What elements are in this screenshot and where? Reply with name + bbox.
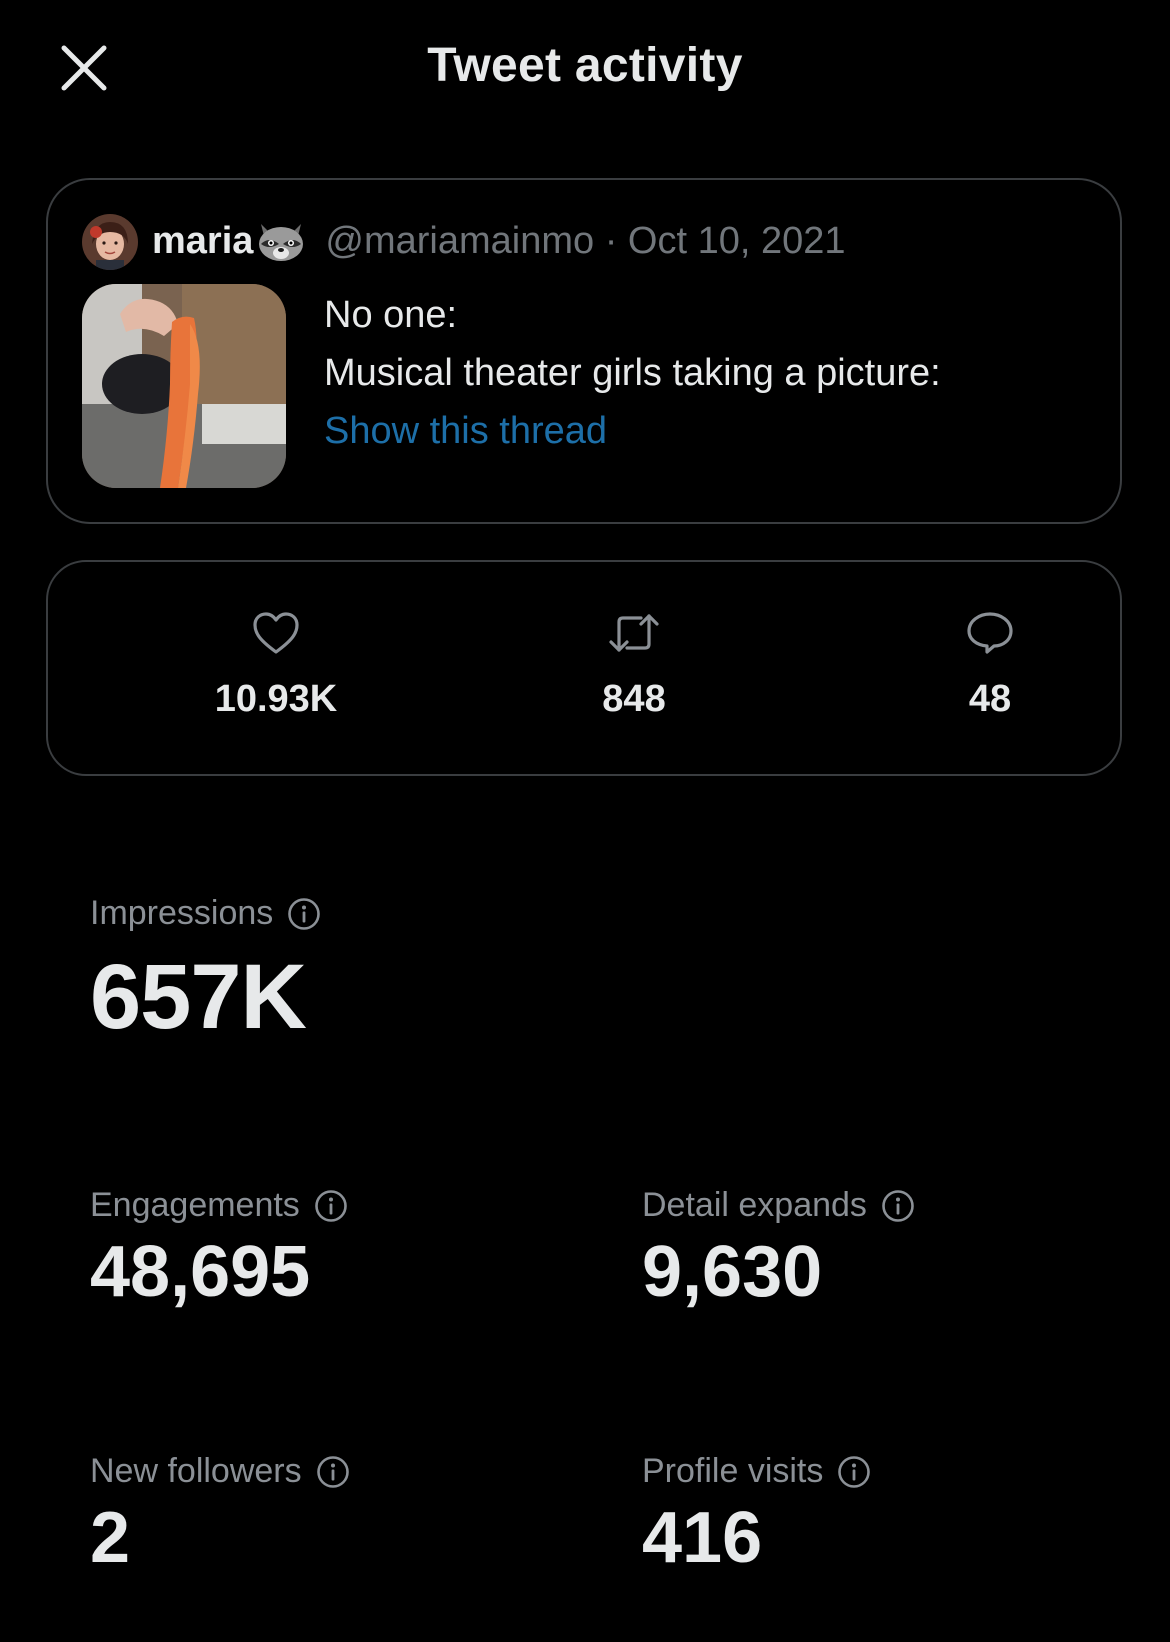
page-title: Tweet activity (427, 39, 743, 92)
profile-visits-value: 416 (642, 1498, 763, 1578)
info-icon[interactable] (316, 1455, 350, 1489)
engagements-label: Engagements (90, 1186, 300, 1224)
likes-stat[interactable]: 10.93K (176, 610, 376, 721)
tweet-text: No one: Musical theater girls taking a p… (324, 286, 941, 402)
impressions-metric: Impressions 657K (90, 894, 321, 1050)
raccoon-emoji-icon (259, 224, 304, 261)
tweet-text-line: No one: (324, 294, 458, 336)
replies-count: 48 (968, 678, 1012, 720)
top-bar: Tweet activity (0, 0, 1170, 140)
tweet-author-row: maria @mariamainmo · Oct 10, 2021 (152, 218, 846, 264)
info-icon[interactable] (837, 1455, 871, 1489)
show-thread-link[interactable]: Show this thread (324, 410, 607, 453)
detail-expands-value: 9,630 (642, 1232, 823, 1312)
tweet-preview-card[interactable]: maria @mariamainmo · Oct 10, 2021 No one… (46, 178, 1122, 524)
reply-icon (967, 612, 1013, 654)
retweets-stat[interactable]: 848 (534, 610, 734, 721)
new-followers-metric: New followers 2 (90, 1452, 350, 1579)
impressions-label: Impressions (90, 894, 274, 932)
impressions-value: 657K (90, 946, 307, 1048)
retweets-count: 848 (602, 678, 666, 720)
engagement-counts-card: 10.93K 848 48 (46, 560, 1122, 776)
detail-expands-metric: Detail expands 9,630 (642, 1186, 915, 1313)
info-icon[interactable] (314, 1189, 348, 1223)
new-followers-label: New followers (90, 1452, 302, 1490)
info-icon[interactable] (881, 1189, 915, 1223)
heart-icon (253, 612, 299, 654)
engagements-metric: Engagements 48,695 (90, 1186, 348, 1313)
likes-count: 10.93K (214, 678, 338, 720)
handle-and-date: @mariamainmo · Oct 10, 2021 (325, 219, 846, 262)
avatar[interactable] (82, 214, 138, 270)
profile-visits-metric: Profile visits 416 (642, 1452, 871, 1579)
detail-expands-label: Detail expands (642, 1186, 867, 1224)
tweet-media-thumbnail[interactable] (82, 284, 286, 488)
profile-visits-label: Profile visits (642, 1452, 824, 1490)
retweet-icon (609, 614, 659, 652)
info-icon[interactable] (287, 897, 321, 931)
author-name[interactable]: maria (152, 220, 253, 263)
new-followers-value: 2 (90, 1498, 131, 1578)
engagements-value: 48,695 (90, 1232, 311, 1312)
replies-stat[interactable]: 48 (890, 610, 1090, 721)
tweet-text-line: Musical theater girls taking a picture: (324, 352, 941, 394)
